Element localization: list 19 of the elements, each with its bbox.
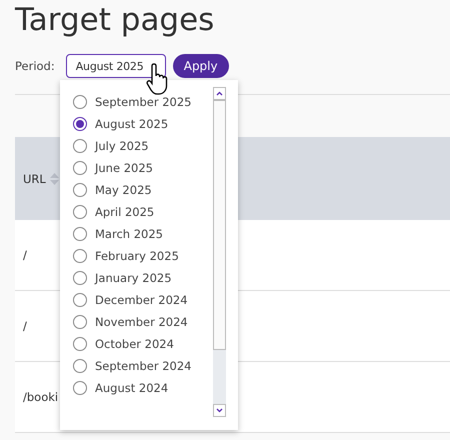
option-label: August 2024 bbox=[95, 381, 168, 395]
option-label: January 2025 bbox=[95, 271, 172, 285]
option-label: June 2025 bbox=[95, 161, 153, 175]
url-cell: / bbox=[23, 248, 27, 262]
option-label: April 2025 bbox=[95, 205, 154, 219]
page-title: Target pages bbox=[14, 1, 216, 40]
option-label: March 2025 bbox=[95, 227, 163, 241]
option-label: December 2024 bbox=[95, 293, 188, 307]
option-label: July 2025 bbox=[95, 139, 149, 153]
option-label: September 2024 bbox=[95, 359, 192, 373]
option-label: August 2025 bbox=[95, 117, 168, 131]
option-label: February 2025 bbox=[95, 249, 179, 263]
url-cell: / bbox=[23, 319, 27, 333]
option-label: October 2024 bbox=[95, 337, 174, 351]
option-label: September 2025 bbox=[95, 95, 192, 109]
url-cell: /booki bbox=[23, 390, 58, 404]
period-label: Period: bbox=[15, 59, 55, 73]
option-label: May 2025 bbox=[95, 183, 152, 197]
option-label: November 2024 bbox=[95, 315, 188, 329]
